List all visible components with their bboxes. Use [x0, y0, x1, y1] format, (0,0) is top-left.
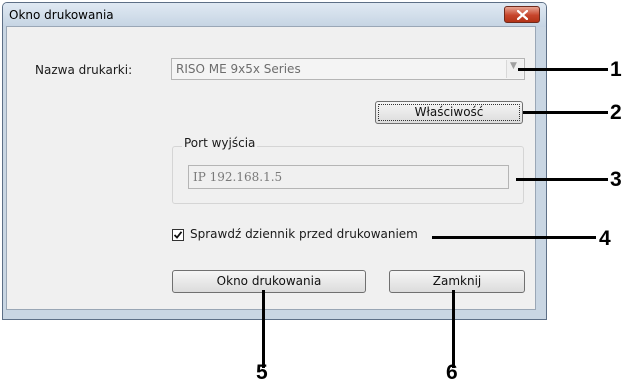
checkmark-icon — [173, 231, 183, 239]
window-close-button[interactable] — [504, 6, 540, 23]
properties-button[interactable]: Właściwość — [375, 101, 523, 124]
focus-rectangle — [378, 104, 520, 121]
printer-name-dropdown[interactable]: RISO ME 9x5x Series ▼ — [171, 58, 525, 80]
callout-line-2 — [523, 111, 608, 114]
close-button[interactable]: Zamknij — [389, 270, 525, 293]
print-window-button-label: Okno drukowania — [216, 274, 322, 288]
output-port-field: IP 192.168.1.5 — [188, 165, 509, 189]
check-log-checkbox[interactable] — [172, 229, 184, 241]
callout-number-1: 1 — [610, 58, 622, 81]
callout-line-1 — [518, 68, 608, 71]
callout-number-2: 2 — [610, 101, 622, 124]
callout-line-6 — [452, 290, 455, 368]
callout-line-3 — [516, 178, 608, 181]
output-port-group-title: Port wyjścia — [182, 136, 258, 150]
chevron-down-icon: ▼ — [510, 61, 517, 71]
callout-number-6: 6 — [446, 361, 458, 384]
check-log-label[interactable]: Sprawdź dziennik przed drukowaniem — [190, 227, 418, 241]
callout-number-5: 5 — [256, 361, 268, 384]
close-button-label: Zamknij — [432, 274, 482, 288]
printer-name-label: Nazwa drukarki: — [35, 63, 133, 77]
title-bar: Okno drukowania — [3, 3, 546, 27]
output-port-value: IP 192.168.1.5 — [193, 170, 283, 184]
callout-line-5 — [262, 290, 265, 368]
callout-line-4 — [432, 236, 596, 239]
close-icon — [517, 10, 528, 20]
print-window-button[interactable]: Okno drukowania — [172, 270, 366, 293]
callout-number-4: 4 — [599, 227, 611, 250]
printer-name-value: RISO ME 9x5x Series — [176, 62, 301, 76]
window-title: Okno drukowania — [9, 8, 114, 22]
callout-number-3: 3 — [610, 168, 622, 191]
